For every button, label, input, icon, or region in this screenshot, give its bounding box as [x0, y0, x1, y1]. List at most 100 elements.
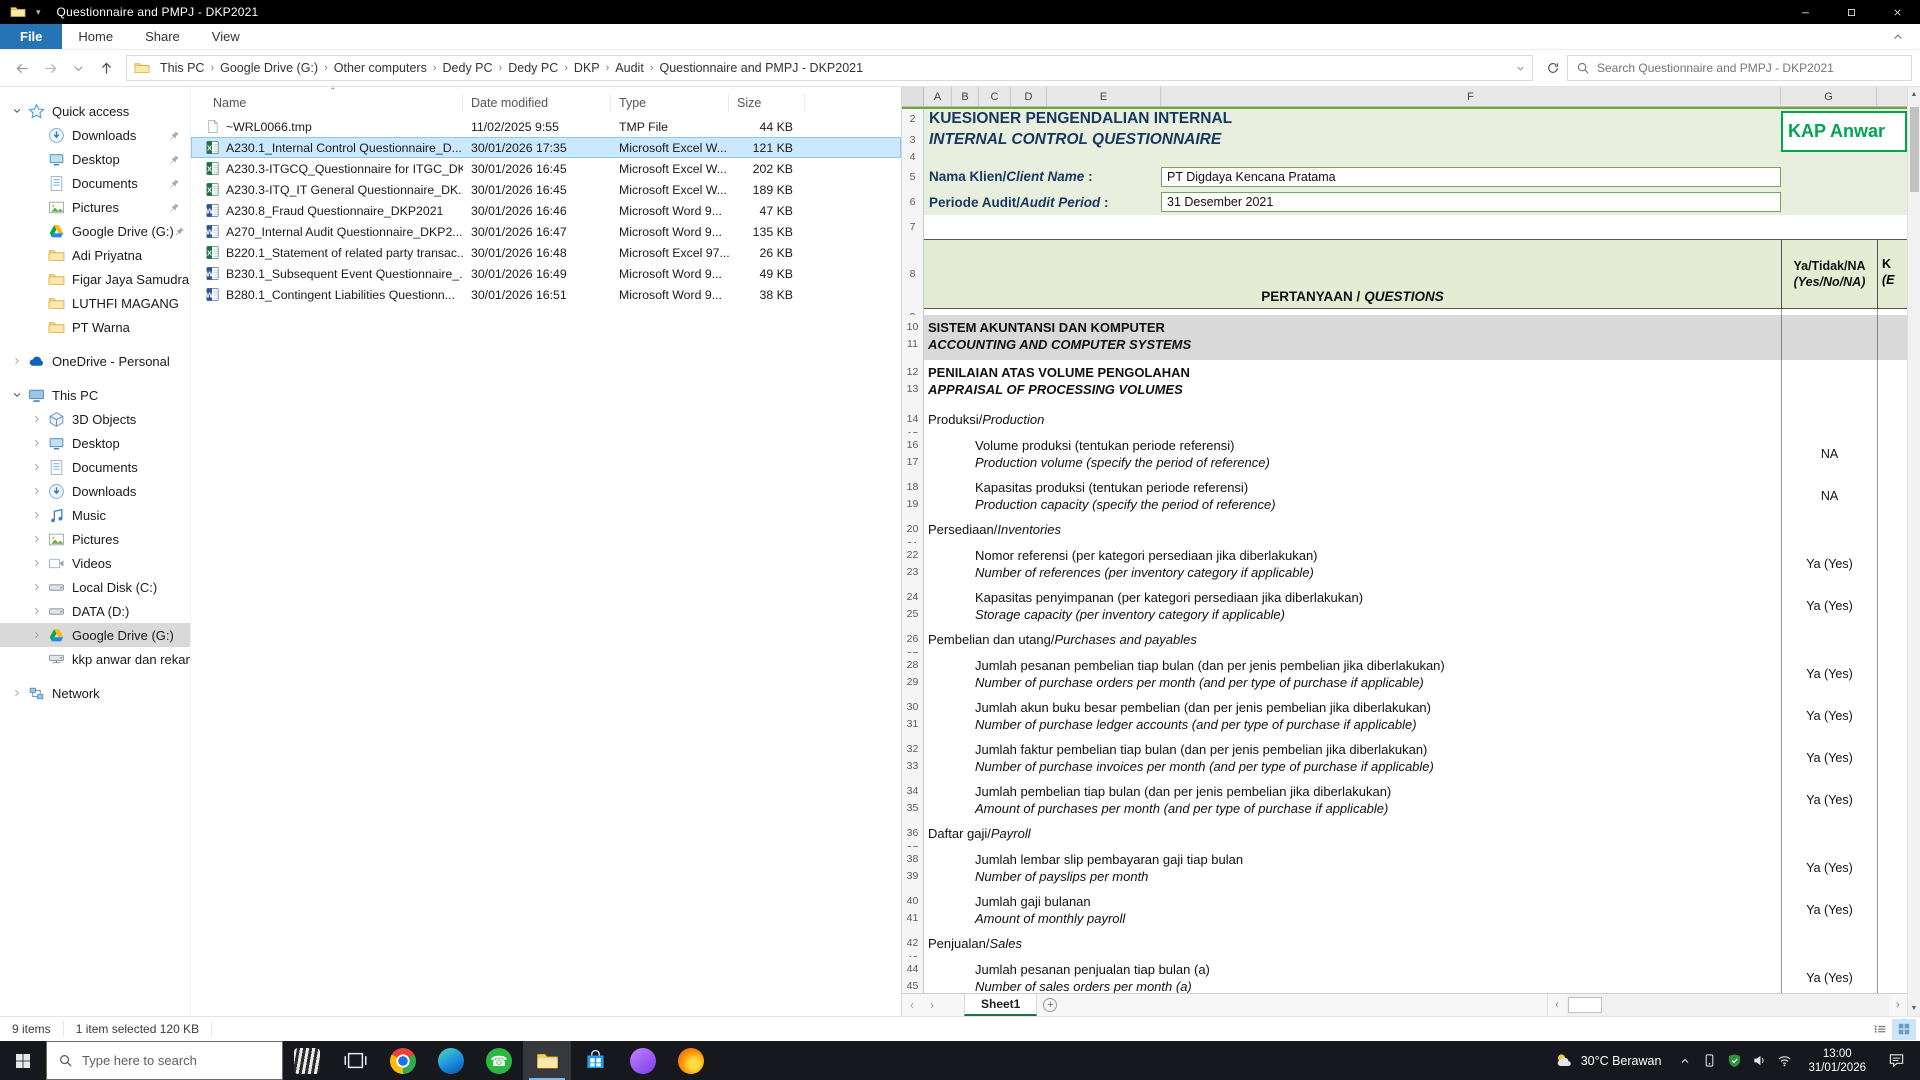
sidebar-item-this-pc[interactable]: This PC	[0, 383, 190, 407]
scroll-down-icon[interactable]: ▼	[1908, 1001, 1920, 1016]
excel-row-36[interactable]: 3637Daftar gaji/Payroll	[902, 821, 1907, 847]
excel-row-18[interactable]: 1819Kapasitas produksi (tentukan periode…	[902, 475, 1907, 517]
comment-cell[interactable]	[1877, 889, 1907, 931]
sidebar-item-documents[interactable]: Documents	[0, 171, 190, 195]
excel-row-number[interactable]: 2223	[902, 543, 924, 585]
horizontal-scroll-thumb[interactable]	[1568, 997, 1602, 1013]
file-row-b220-1-statement-of-related-party-transac[interactable]: XB220.1_Statement of related party trans…	[191, 242, 901, 263]
sidebar-item-adi-priyatna[interactable]: Adi Priyatna	[0, 243, 190, 267]
excel-row-44[interactable]: 4445Jumlah pesanan penjualan tiap bulan …	[902, 957, 1907, 993]
volume-icon[interactable]	[1747, 1048, 1772, 1073]
column-header-date-modified[interactable]: Date modified	[463, 94, 611, 112]
file-row-b230-1-subsequent-event-questionnaire[interactable]: WB230.1_Subsequent Event Questionnaire_.…	[191, 263, 901, 284]
up-button[interactable]	[92, 54, 120, 82]
weather-widget[interactable]: 30°C Berawan	[1542, 1051, 1674, 1071]
sidebar-item-figar-jaya-samudra[interactable]: Figar Jaya Samudra	[0, 267, 190, 291]
excel-row-blank[interactable]: 7	[902, 215, 1907, 239]
answer-cell[interactable]: Ya (Yes)	[1781, 779, 1877, 821]
breadcrumb-item-dedy-pc[interactable]: Dedy PC	[502, 61, 564, 75]
comment-cell[interactable]	[1877, 315, 1907, 360]
excel-row-number[interactable]: 2425	[902, 585, 924, 627]
breadcrumb-item-other-computers[interactable]: Other computers	[328, 61, 433, 75]
details-view-button[interactable]	[1868, 1019, 1892, 1040]
large-icons-view-button[interactable]	[1892, 1019, 1916, 1040]
sidebar-item-music[interactable]: Music	[0, 503, 190, 527]
comment-cell[interactable]	[1877, 475, 1907, 517]
scroll-right-icon[interactable]: ›	[1889, 994, 1907, 1016]
breadcrumb-item-dedy-pc[interactable]: Dedy PC	[437, 61, 499, 75]
sidebar-item-pictures[interactable]: Pictures	[0, 195, 190, 219]
comment-cell[interactable]	[1877, 695, 1907, 737]
back-button[interactable]	[8, 54, 36, 82]
comment-cell[interactable]	[1877, 779, 1907, 821]
excel-column-header-d[interactable]: D	[1011, 87, 1047, 106]
sidebar-item-3d-objects[interactable]: 3D Objects	[0, 407, 190, 431]
taskbar-search-input[interactable]	[82, 1053, 271, 1068]
address-dropdown-chevron-icon[interactable]	[1508, 63, 1532, 74]
excel-questions-header-row[interactable]: 8 PERTANYAAN /QUESTIONS Ya/Tidak/NA(Yes/…	[902, 239, 1907, 309]
ribbon-tab-home[interactable]: Home	[62, 24, 129, 49]
taskbar-clock[interactable]: 13:00 31/01/2026	[1797, 1047, 1877, 1075]
answer-cell[interactable]	[1781, 315, 1877, 360]
refresh-button[interactable]	[1539, 55, 1567, 81]
action-center-button[interactable]	[1877, 1052, 1915, 1069]
close-button[interactable]	[1874, 0, 1920, 24]
sidebar-item-network[interactable]: Network	[0, 681, 190, 705]
excel-row-number[interactable]: 8	[902, 239, 924, 309]
answer-cell[interactable]	[1781, 407, 1877, 433]
store-taskbar-button[interactable]	[571, 1041, 619, 1080]
comment-cell[interactable]	[1877, 653, 1907, 695]
answer-cell[interactable]: NA	[1781, 433, 1877, 475]
excel-row-number[interactable]: 4445	[902, 957, 924, 993]
maximize-button[interactable]	[1828, 0, 1874, 24]
excel-row-number[interactable]: 4041	[902, 889, 924, 931]
answer-cell[interactable]: Ya (Yes)	[1781, 543, 1877, 585]
tray-overflow-chevron-icon[interactable]	[1673, 1041, 1697, 1080]
answer-cell[interactable]: Ya (Yes)	[1781, 585, 1877, 627]
file-row-a230-1-internal-control-questionnaire-d[interactable]: XA230.1_Internal Control Questionnaire_D…	[191, 137, 901, 158]
vertical-scrollbar[interactable]: ▲ ▼	[1907, 87, 1920, 1016]
excel-row-14[interactable]: 1415Produksi/Production	[902, 407, 1907, 433]
excel-column-header-a[interactable]: A	[924, 87, 952, 106]
excel-row-number[interactable]: 3839	[902, 847, 924, 889]
breadcrumb-item-google-drive-g[interactable]: Google Drive (G:)	[214, 61, 324, 75]
excel-row-38[interactable]: 3839Jumlah lembar slip pembayaran gaji t…	[902, 847, 1907, 889]
sidebar-item-videos[interactable]: Videos	[0, 551, 190, 575]
file-explorer-taskbar-button[interactable]	[523, 1041, 571, 1080]
address-bar[interactable]: This PC›Google Drive (G:)›Other computer…	[126, 55, 1533, 81]
excel-row-blank[interactable]: 4	[902, 150, 1907, 164]
sidebar-item-downloads[interactable]: Downloads	[0, 479, 190, 503]
excel-row-number[interactable]: 3233	[902, 737, 924, 779]
answer-cell[interactable]: Ya (Yes)	[1781, 889, 1877, 931]
excel-row-26[interactable]: 2627Pembelian dan utang/Purchases and pa…	[902, 627, 1907, 653]
answer-cell[interactable]	[1781, 821, 1877, 847]
whatsapp-taskbar-button[interactable]: ☎	[475, 1041, 523, 1080]
file-row-a270-internal-audit-questionnaire-dkp2[interactable]: WA270_Internal Audit Questionnaire_DKP2.…	[191, 221, 901, 242]
excel-row-number[interactable]: 7	[902, 215, 924, 239]
sidebar-item-data-d[interactable]: DATA (D:)	[0, 599, 190, 623]
file-row-wrl0066-tmp[interactable]: ~WRL0066.tmp11/02/2025 9:55TMP File44 KB	[191, 116, 901, 137]
column-header-size[interactable]: Size	[729, 94, 805, 112]
vertical-scroll-thumb[interactable]	[1910, 107, 1919, 192]
excel-row-number[interactable]: 5	[902, 164, 924, 189]
excel-row-24[interactable]: 2425Kapasitas penyimpanan (per kategori …	[902, 585, 1907, 627]
firefox-taskbar-button[interactable]	[667, 1041, 715, 1080]
sidebar-item-desktop[interactable]: Desktop	[0, 431, 190, 455]
sidebar-item-kkp-anwar-dan-rekan-1[interactable]: kkp anwar dan rekan (\\1	[0, 647, 190, 671]
explorer-search-input[interactable]	[1597, 61, 1903, 75]
excel-row-number[interactable]: 3	[902, 129, 924, 150]
excel-row-32[interactable]: 3233Jumlah faktur pembelian tiap bulan (…	[902, 737, 1907, 779]
excel-column-header-c[interactable]: C	[979, 87, 1011, 106]
answer-cell[interactable]	[1781, 627, 1877, 653]
column-header-type[interactable]: Type	[611, 94, 729, 112]
comment-cell[interactable]	[1877, 931, 1907, 957]
excel-row-20[interactable]: 2021Persediaan/Inventories	[902, 517, 1907, 543]
sidebar-item-documents[interactable]: Documents	[0, 455, 190, 479]
sidebar-item-google-drive-g[interactable]: Google Drive (G:)	[0, 623, 190, 647]
add-sheet-button[interactable]: +	[1037, 994, 1063, 1016]
excel-row-number[interactable]: 3637	[902, 821, 924, 847]
excel-row-22[interactable]: 2223Nomor referensi (per kategori persed…	[902, 543, 1907, 585]
excel-row-number[interactable]: 1819	[902, 475, 924, 517]
excel-column-header-g[interactable]: G	[1781, 87, 1877, 106]
excel-sheet[interactable]: KAP Anwar 2 KUESIONER PENGENDALIAN INTER…	[902, 107, 1907, 993]
